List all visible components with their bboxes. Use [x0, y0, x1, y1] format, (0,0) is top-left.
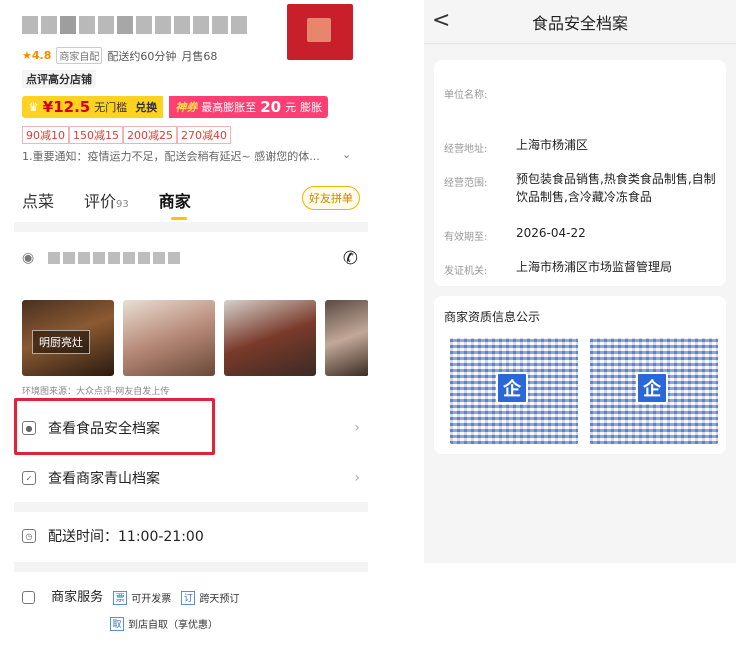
qingshan-archive-row[interactable]: ✓ 查看商家青山档案 ›	[22, 456, 360, 500]
photo-source-note: 环境图来源：大众点评-网友自发上传	[22, 387, 170, 397]
rating: ★4.8	[22, 49, 52, 62]
license-card: 单位名称: 经营地址: 上海市杨浦区 经营范围: 预包装食品销售,热食类食品制售…	[434, 60, 726, 286]
chevron-down-icon[interactable]: ⌄	[342, 148, 351, 161]
tab-menu[interactable]: 点菜	[22, 188, 54, 212]
coupon-threshold: 无门槛	[94, 101, 128, 114]
qualification-card: 商家资质信息公示 企 企	[434, 296, 726, 454]
address-row[interactable]: ◉ ✆	[22, 245, 360, 271]
store-meta: ★4.8 商家自配 配送约60分钟 月售68	[22, 47, 217, 64]
service-pickup-item: 取 到店自取（享优惠）	[110, 616, 218, 631]
store-photo[interactable]	[224, 300, 316, 376]
field-value-issuer: 上海市杨浦区市场监督管理局	[516, 260, 673, 274]
tab-merchant-label: 商家	[158, 192, 191, 211]
back-arrow-icon[interactable]: <	[432, 8, 450, 33]
service-invoice: 票 可开发票	[113, 590, 171, 605]
open-kitchen-label: 明厨亮灶	[32, 330, 90, 354]
qualification-title: 商家资质信息公示	[444, 310, 541, 324]
field-label-issuer: 发证机关:	[444, 266, 488, 277]
exchange-button[interactable]: 兑换	[135, 99, 157, 115]
services-label: 商家服务	[51, 590, 104, 605]
enterprise-icon: 企	[496, 372, 528, 404]
leaf-icon: ✓	[22, 471, 36, 485]
section-divider	[14, 222, 368, 232]
tab-menu-label: 点菜	[22, 192, 55, 211]
discount-tag: 150减15	[69, 126, 123, 144]
page-header: < 食品安全档案	[424, 0, 736, 44]
food-safety-archive-page: < 食品安全档案 单位名称: 经营地址: 上海市杨浦区 经营范围: 预包装食品销…	[424, 0, 736, 563]
qr-code[interactable]: 企	[590, 338, 718, 444]
phone-icon[interactable]: ✆	[343, 248, 358, 269]
store-photo[interactable]	[325, 300, 368, 376]
coupon-amount: ¥12.5	[42, 98, 91, 116]
expand-button[interactable]: 膨胀	[300, 99, 322, 115]
coupon-exchange[interactable]: ♛ ¥12.5 无门槛 兑换	[22, 96, 164, 118]
section-divider	[14, 502, 368, 512]
store-photo[interactable]	[123, 300, 215, 376]
monthly-sales: 月售68	[181, 49, 218, 63]
discount-tag: 200减25	[123, 126, 177, 144]
coupon-expand[interactable]: 神券 最高膨胀至 20 元 膨胀	[169, 96, 329, 118]
store-name-blurred	[22, 16, 247, 34]
enterprise-icon: 企	[636, 372, 668, 404]
discount-tag: 90减10	[22, 126, 69, 144]
preorder-icon: 订	[181, 590, 196, 605]
field-value-scope: 预包装食品销售,热食类食品制售,自制饮品制售,含冷藏冷冻食品	[516, 172, 716, 204]
field-value-address: 上海市杨浦区	[516, 138, 589, 152]
delivery-time-row: ◷ 配送时间：11:00-21:00	[22, 514, 360, 558]
qr-code[interactable]: 企	[450, 338, 578, 444]
pickup-icon: 取	[110, 616, 124, 631]
high-rating-badge: 点评高分店铺	[22, 70, 96, 88]
coupon-banner[interactable]: ♛ ¥12.5 无门槛 兑换 神券 最高膨胀至 20 元 膨胀	[22, 96, 329, 118]
address-blurred	[48, 252, 181, 264]
review-count: 93	[116, 199, 129, 210]
invoice-icon: 票	[113, 590, 128, 605]
field-label-expiry: 有效期至:	[444, 232, 488, 243]
delivery-tag: 商家自配	[56, 47, 103, 64]
service-invoice-label: 可开发票	[131, 594, 172, 605]
service-preorder-label: 跨天预订	[199, 594, 240, 605]
store-page-panel: ★4.8 商家自配 配送约60分钟 月售68 点评高分店铺 ♛ ¥12.5 无门…	[14, 0, 368, 649]
field-label-company: 单位名称:	[444, 90, 488, 101]
store-photo[interactable]: 明厨亮灶	[22, 300, 114, 376]
service-pickup: 取 到店自取（享优惠）	[110, 612, 218, 631]
tab-reviews[interactable]: 评价93	[84, 188, 129, 212]
discount-tag: 270减40	[177, 126, 231, 144]
store-tabs: 点菜 评价93 商家 好友拼单	[22, 184, 360, 220]
delivery-time-estimate: 配送约60分钟	[107, 49, 177, 63]
field-value-expiry: 2026-04-22	[516, 226, 586, 240]
max-expand-label: 最高膨胀至	[201, 101, 257, 114]
group-order-button[interactable]: 好友拼单	[302, 186, 360, 210]
max-expand-value: 20	[260, 98, 282, 116]
tab-merchant[interactable]: 商家	[158, 188, 191, 220]
store-logo[interactable]	[287, 4, 353, 60]
field-label-address: 经营地址:	[444, 144, 488, 155]
qingshan-archive-label: 查看商家青山档案	[48, 471, 160, 487]
crown-icon: ♛	[28, 100, 39, 114]
store-notice[interactable]: 1.重要通知：疫情运力不足，配送会稍有延迟~ 感谢您的体...	[22, 148, 352, 164]
location-pin-icon: ◉	[22, 250, 35, 266]
discount-tags: 90减10 150减15 200减25 270减40	[22, 126, 231, 144]
delivery-time-label: 配送时间：11:00-21:00	[48, 529, 204, 545]
tab-reviews-label: 评价	[84, 192, 117, 211]
merchant-services: 商家服务 票 可开发票 订 跨天预订	[22, 586, 239, 605]
page-title: 食品安全档案	[531, 13, 628, 33]
field-label-scope: 经营范围:	[444, 178, 488, 189]
store-photos[interactable]: 明厨亮灶	[22, 300, 368, 376]
max-expand-unit: 元	[285, 101, 297, 114]
highlight-box	[14, 398, 215, 455]
chevron-right-icon: ›	[354, 470, 360, 486]
service-preorder: 订 跨天预订	[181, 590, 239, 605]
shen-coupon-label: 神券	[175, 101, 198, 114]
section-divider	[14, 562, 368, 572]
chevron-right-icon: ›	[354, 420, 360, 436]
service-pickup-label: 到店自取（享优惠）	[128, 620, 218, 631]
clock-icon: ◷	[22, 529, 36, 543]
checkbox-icon	[22, 591, 35, 604]
